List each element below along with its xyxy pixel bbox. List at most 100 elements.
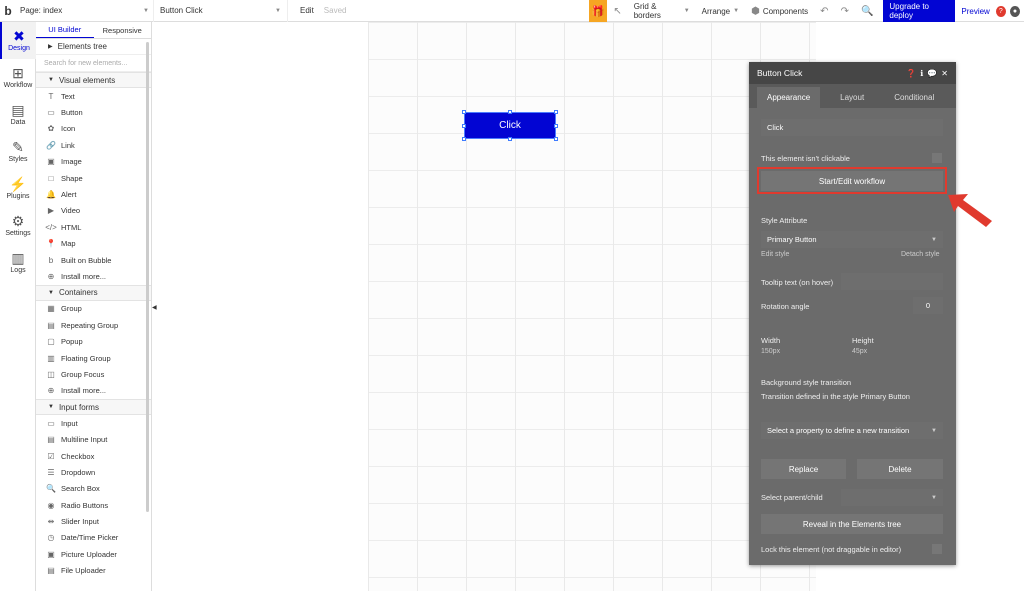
replace-button[interactable]: Replace: [761, 459, 846, 479]
rail-label: Workflow: [3, 82, 33, 89]
element-selector[interactable]: Button Click ▼: [154, 0, 288, 22]
redo-button[interactable]: ↷: [835, 0, 855, 22]
panel-scrollbar[interactable]: [146, 42, 149, 512]
element-item-icon[interactable]: ✿ Icon: [36, 121, 151, 137]
rail-logs[interactable]: ▥ Logs: [0, 244, 36, 281]
editor-title-bar[interactable]: Button Click ❓ ℹ 💬 ✕: [749, 62, 956, 84]
transition-property-select[interactable]: Select a property to define a new transi…: [761, 422, 943, 439]
undo-button[interactable]: ↶: [814, 0, 834, 22]
resize-handle[interactable]: [462, 124, 466, 128]
rail-workflow[interactable]: ⊞ Workflow: [0, 59, 36, 96]
style-select[interactable]: Primary Button ▼: [761, 231, 943, 248]
detach-style-link[interactable]: Detach style: [901, 251, 940, 258]
section-input-forms[interactable]: ▼ Input forms: [36, 399, 151, 416]
element-item-button[interactable]: ▭ Button: [36, 104, 151, 120]
element-item-group[interactable]: ▦ Group: [36, 301, 151, 317]
resize-handle[interactable]: [508, 110, 512, 114]
parent-child-select[interactable]: ▼: [841, 489, 943, 506]
element-item-slider-input[interactable]: ⇹ Slider Input: [36, 513, 151, 529]
help-icon[interactable]: ❓: [906, 69, 916, 78]
tab-appearance[interactable]: Appearance: [757, 87, 821, 108]
chevron-down-icon: ▼: [683, 8, 690, 14]
element-item-multiline-input[interactable]: ▤ Multiline Input: [36, 431, 151, 447]
element-search-input[interactable]: Search for new elements...: [36, 55, 151, 72]
element-item-file-uploader[interactable]: ▤ File Uploader: [36, 563, 151, 579]
element-item-floating-group[interactable]: ▥ Floating Group: [36, 350, 151, 366]
button-text-input[interactable]: Click: [761, 119, 943, 136]
rail-design[interactable]: ✖ Design: [0, 22, 36, 59]
element-item-text[interactable]: T Text: [36, 88, 151, 104]
element-item-html[interactable]: </> HTML: [36, 219, 151, 235]
height-value[interactable]: 45px: [852, 348, 867, 355]
resize-handle[interactable]: [462, 137, 466, 141]
bubble-logo[interactable]: b: [0, 0, 16, 22]
rail-data[interactable]: ▤ Data: [0, 96, 36, 133]
element-item-dropdown[interactable]: ☰ Dropdown: [36, 464, 151, 480]
gift-icon[interactable]: 🎁: [589, 0, 608, 22]
multiline-input-icon: ▤: [47, 435, 55, 445]
canvas-click-button[interactable]: Click: [464, 112, 556, 139]
rotation-input[interactable]: 0: [913, 297, 943, 314]
reveal-elements-tree-button[interactable]: Reveal in the Elements tree: [761, 514, 943, 534]
resize-handle[interactable]: [554, 124, 558, 128]
resize-handle[interactable]: [554, 110, 558, 114]
edit-menu[interactable]: Edit: [300, 6, 314, 15]
element-item-link[interactable]: 🔗 Link: [36, 137, 151, 153]
info-icon[interactable]: ℹ: [920, 69, 923, 78]
element-item-popup[interactable]: ▢ Popup: [36, 333, 151, 349]
width-value[interactable]: 150px: [761, 348, 780, 355]
components-label: Components: [762, 6, 809, 16]
element-item-group-focus[interactable]: ◫ Group Focus: [36, 366, 151, 382]
resize-handle[interactable]: [554, 137, 558, 141]
pointer-tool[interactable]: ↖: [607, 0, 627, 22]
caret-down-icon: ▼: [48, 404, 54, 411]
components-button[interactable]: ⬢ Components: [745, 0, 814, 22]
element-item-repeating-group[interactable]: ▤ Repeating Group: [36, 317, 151, 333]
preview-button[interactable]: Preview: [955, 0, 995, 22]
rail-plugins[interactable]: ⚡ Plugins: [0, 170, 36, 207]
tab-layout[interactable]: Layout: [830, 87, 874, 108]
element-item-alert[interactable]: 🔔 Alert: [36, 186, 151, 202]
element-item-label: Text: [61, 91, 75, 101]
rail-settings[interactable]: ⚙ Settings: [0, 207, 36, 244]
element-item-label: Picture Uploader: [61, 549, 117, 559]
element-item-shape[interactable]: □ Shape: [36, 170, 151, 186]
section-visual-elements[interactable]: ▼ Visual elements: [36, 72, 151, 88]
tab-responsive[interactable]: Responsive: [94, 22, 152, 38]
resize-handle[interactable]: [462, 110, 466, 114]
delete-button[interactable]: Delete: [857, 459, 943, 479]
resize-handle[interactable]: [508, 137, 512, 141]
grid-borders-menu[interactable]: Grid & borders ▼: [628, 0, 696, 22]
rail-styles[interactable]: ✎ Styles: [0, 133, 36, 170]
tab-conditional[interactable]: Conditional: [884, 87, 944, 108]
not-clickable-checkbox[interactable]: [932, 153, 942, 163]
element-item-install-more[interactable]: ⊕ Install more...: [36, 383, 151, 399]
page-selector[interactable]: Page: index ▼: [16, 0, 154, 22]
tooltip-input[interactable]: [841, 273, 943, 290]
section-containers[interactable]: ▼ Containers: [36, 284, 151, 301]
close-icon[interactable]: ✕: [941, 69, 948, 78]
element-item-date-time-picker[interactable]: ◷ Date/Time Picker: [36, 530, 151, 546]
account-icon[interactable]: ●: [1009, 5, 1021, 17]
element-item-image[interactable]: ▣ Image: [36, 154, 151, 170]
element-item-input[interactable]: ▭ Input: [36, 415, 151, 431]
arrange-menu[interactable]: Arrange ▼: [696, 0, 745, 22]
element-item-search-box[interactable]: 🔍 Search Box: [36, 481, 151, 497]
elements-tree-toggle[interactable]: ▶ Elements tree: [36, 39, 151, 55]
edit-style-link[interactable]: Edit style: [761, 251, 789, 258]
help-icon[interactable]: ?: [995, 5, 1006, 17]
element-item-picture-uploader[interactable]: ▣ Picture Uploader: [36, 546, 151, 562]
upgrade-button[interactable]: Upgrade to deploy: [883, 0, 956, 22]
lock-element-checkbox[interactable]: [932, 544, 942, 554]
element-item-video[interactable]: ▶ Video: [36, 203, 151, 219]
search-button[interactable]: 🔍: [855, 0, 879, 22]
height-label: Height: [852, 336, 874, 345]
element-item-built-on-bubble[interactable]: b Built on Bubble: [36, 252, 151, 268]
comment-icon[interactable]: 💬: [927, 69, 937, 78]
section-label: Containers: [58, 288, 98, 298]
element-item-checkbox[interactable]: ☑ Checkbox: [36, 448, 151, 464]
tab-ui-builder[interactable]: UI Builder: [36, 22, 94, 38]
element-item-map[interactable]: 📍 Map: [36, 236, 151, 252]
element-item-install-more[interactable]: ⊕ Install more...: [36, 268, 151, 284]
element-item-radio-buttons[interactable]: ◉ Radio Buttons: [36, 497, 151, 513]
